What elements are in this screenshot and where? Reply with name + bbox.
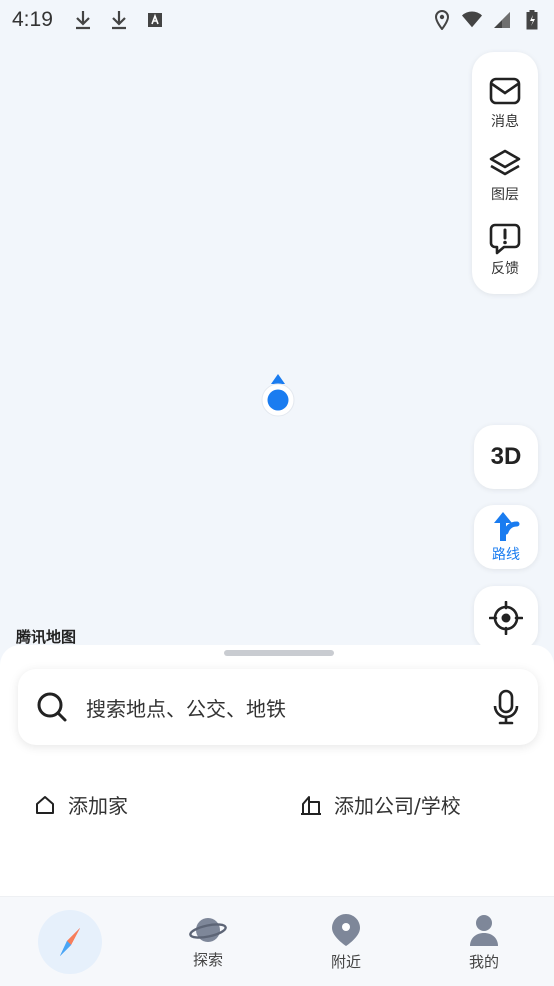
layers-button[interactable]: 图层 — [488, 147, 522, 220]
layers-icon — [489, 150, 521, 176]
search-bar[interactable]: 搜索地点、公交、地铁 — [18, 669, 538, 745]
tab-mine-label: 我的 — [468, 952, 499, 971]
user-icon — [470, 914, 498, 946]
locate-button[interactable] — [474, 586, 538, 650]
download-icon — [73, 10, 93, 30]
microphone-icon[interactable] — [492, 689, 520, 725]
tab-home[interactable] — [10, 897, 130, 986]
feedback-button[interactable]: 反馈 — [488, 221, 522, 294]
notification-icons — [73, 10, 165, 30]
route-label: 路线 — [492, 547, 520, 563]
map-brand-label: 腾讯地图 — [16, 628, 77, 646]
status-time: 4:19 — [12, 8, 53, 31]
home-icon — [36, 795, 54, 814]
current-location-marker — [261, 374, 295, 417]
tab-mine[interactable]: 我的 — [424, 897, 544, 986]
home-tab-circle — [38, 910, 102, 974]
planet-icon — [189, 917, 227, 942]
download-icon — [109, 10, 129, 30]
add-home-button[interactable]: 添加家 — [34, 790, 128, 819]
status-bar: 4:19 — [0, 0, 554, 40]
pin-icon — [332, 913, 360, 946]
feedback-label: 反馈 — [491, 260, 519, 277]
system-icons — [432, 10, 542, 30]
crosshair-icon — [489, 601, 523, 635]
building-icon — [301, 795, 321, 815]
sheet-drag-handle[interactable] — [224, 650, 334, 656]
search-input[interactable]: 搜索地点、公交、地铁 — [86, 693, 492, 722]
mail-icon — [489, 77, 521, 105]
compass-icon — [60, 928, 80, 956]
tab-nearby[interactable]: 附近 — [286, 897, 406, 986]
add-company-button[interactable]: 添加公司/学校 — [300, 790, 461, 819]
add-company-label: 添加公司/学校 — [334, 794, 461, 818]
add-home-label: 添加家 — [68, 794, 128, 818]
bottom-tab-bar: 探索 附近 我的 — [0, 896, 554, 986]
messages-button[interactable]: 消息 — [488, 74, 522, 147]
3d-button[interactable]: 3D — [474, 425, 538, 489]
tab-explore-label: 探索 — [192, 950, 223, 969]
feedback-icon — [489, 223, 521, 254]
layers-label: 图层 — [491, 187, 519, 204]
tab-nearby-label: 附近 — [330, 952, 361, 971]
battery-icon — [522, 10, 542, 30]
route-button[interactable]: 路线 — [474, 505, 538, 569]
route-arrow-icon — [494, 512, 520, 541]
map-canvas[interactable] — [0, 40, 554, 660]
tab-explore[interactable]: 探索 — [148, 897, 268, 986]
search-icon — [37, 692, 67, 722]
map-tools-panel: 消息 图层 反馈 — [472, 52, 538, 294]
signal-icon — [492, 10, 512, 30]
app-notification-icon — [145, 10, 165, 30]
messages-label: 消息 — [491, 114, 519, 130]
wifi-icon — [462, 10, 482, 30]
location-icon — [432, 10, 452, 30]
